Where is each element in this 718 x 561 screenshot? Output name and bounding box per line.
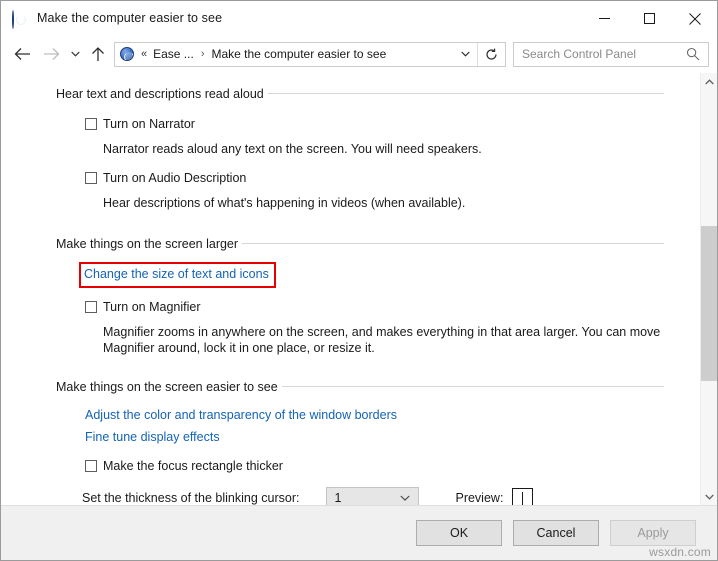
back-icon[interactable]	[7, 41, 37, 67]
scroll-down-icon[interactable]	[701, 488, 717, 505]
section-heading-label: Make things on the screen larger	[56, 236, 239, 251]
cursor-thickness-select[interactable]: 1	[326, 487, 420, 505]
breadcrumb-item-current[interactable]: Make the computer easier to see	[211, 47, 386, 61]
scroll-up-icon[interactable]	[701, 73, 717, 90]
cursor-thickness-label: Set the thickness of the blinking cursor…	[82, 491, 300, 505]
control-panel-window: Make the computer easier to see « Ease .…	[0, 0, 718, 561]
address-ease-of-access-icon	[120, 47, 136, 61]
preview-label: Preview:	[455, 491, 504, 505]
scrollbar-thumb[interactable]	[701, 226, 717, 381]
description-audio-description: Hear descriptions of what's happening in…	[103, 196, 466, 210]
caret-icon	[522, 491, 524, 505]
highlighted-link-wrapper: Change the size of text and icons	[1, 262, 700, 288]
checkbox-label: Make the focus rectangle thicker	[103, 459, 283, 473]
title-bar: Make the computer easier to see	[1, 1, 717, 36]
breadcrumb-separator-icon: ›	[200, 48, 205, 60]
checkbox-turn-on-magnifier[interactable]	[85, 301, 97, 313]
ok-button[interactable]: OK	[416, 520, 502, 546]
vertical-scrollbar[interactable]	[700, 73, 717, 505]
window-title: Make the computer easier to see	[37, 11, 223, 26]
red-highlight-box: Change the size of text and icons	[79, 262, 276, 288]
section-divider	[281, 386, 664, 387]
description-narrator: Narrator reads aloud any text on the scr…	[103, 142, 482, 156]
window-controls	[582, 1, 717, 36]
address-dropdown-icon[interactable]	[453, 51, 477, 57]
checkbox-turn-on-audio-description[interactable]	[85, 172, 97, 184]
refresh-icon[interactable]	[477, 42, 505, 66]
section-heading-label: Hear text and descriptions read aloud	[56, 86, 264, 101]
link-change-size-of-text-and-icons[interactable]: Change the size of text and icons	[84, 267, 269, 282]
scrollbar-track[interactable]	[701, 90, 717, 488]
address-bar[interactable]: « Ease ... › Make the computer easier to…	[114, 41, 506, 67]
link-fine-tune-display-effects[interactable]: Fine tune display effects	[85, 429, 220, 445]
section-heading-screen-larger: Make things on the screen larger	[56, 235, 664, 252]
checkbox-row-focus-rectangle[interactable]: Make the focus rectangle thicker	[85, 459, 700, 473]
checkbox-make-focus-rectangle-thicker[interactable]	[85, 460, 97, 472]
checkbox-label: Turn on Narrator	[103, 117, 195, 131]
checkbox-turn-on-narrator[interactable]	[85, 118, 97, 130]
settings-pane: Hear text and descriptions read aloud Tu…	[1, 73, 700, 505]
checkbox-label: Turn on Magnifier	[103, 300, 201, 314]
search-icon[interactable]	[686, 47, 700, 61]
minimize-button[interactable]	[582, 1, 627, 36]
dialog-footer: OK Cancel Apply wsxdn.com	[1, 505, 717, 560]
maximize-button[interactable]	[627, 1, 672, 36]
checkbox-row-magnifier[interactable]: Turn on Magnifier	[85, 300, 700, 314]
checkbox-row-audio-description[interactable]: Turn on Audio Description	[85, 171, 700, 185]
cancel-button[interactable]: Cancel	[513, 520, 599, 546]
close-button[interactable]	[672, 1, 717, 36]
checkbox-label: Turn on Audio Description	[103, 171, 247, 185]
link-row-window-borders: Adjust the color and transparency of the…	[1, 406, 700, 424]
navigation-bar: « Ease ... › Make the computer easier to…	[1, 36, 717, 72]
chevron-down-icon[interactable]	[400, 495, 411, 501]
breadcrumb-overflow-icon[interactable]: «	[141, 48, 147, 60]
section-heading-hear-text: Hear text and descriptions read aloud	[56, 85, 664, 102]
recent-locations-icon[interactable]	[65, 41, 85, 67]
forward-icon	[37, 41, 65, 67]
breadcrumb-item-ease[interactable]: Ease ...	[153, 47, 194, 61]
description-magnifier: Magnifier zooms in anywhere on the scree…	[103, 325, 661, 355]
ease-of-access-icon	[12, 9, 28, 29]
section-heading-easier-to-see: Make things on the screen easier to see	[56, 378, 664, 395]
content-area: Hear text and descriptions read aloud Tu…	[1, 72, 717, 505]
up-icon[interactable]	[85, 41, 111, 67]
search-input[interactable]: Search Control Panel	[522, 47, 686, 61]
section-heading-label: Make things on the screen easier to see	[56, 379, 278, 394]
watermark: wsxdn.com	[649, 545, 711, 559]
cursor-thickness-value: 1	[334, 491, 342, 505]
blinking-cursor-row: Set the thickness of the blinking cursor…	[82, 487, 700, 505]
search-box[interactable]: Search Control Panel	[513, 41, 709, 67]
link-row-fine-tune: Fine tune display effects	[1, 428, 700, 446]
cursor-preview-box	[512, 488, 534, 505]
checkbox-row-narrator[interactable]: Turn on Narrator	[85, 117, 700, 131]
section-divider	[267, 93, 664, 94]
section-divider	[242, 243, 664, 244]
link-adjust-color-and-transparency[interactable]: Adjust the color and transparency of the…	[85, 407, 397, 423]
apply-button: Apply	[610, 520, 696, 546]
